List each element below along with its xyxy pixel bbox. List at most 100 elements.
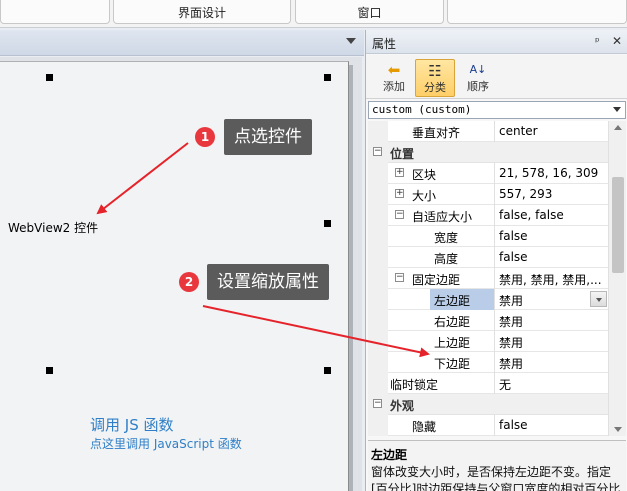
ribbon-button-window-label: 窗口 — [357, 6, 382, 20]
column-separator — [494, 226, 495, 247]
property-value[interactable]: center — [499, 124, 538, 138]
property-row[interactable]: 下边距 禁用 — [368, 352, 608, 373]
scroll-thumb[interactable] — [612, 177, 624, 273]
ribbon-button-window[interactable]: 窗口 — [295, 0, 444, 24]
column-separator — [494, 310, 495, 331]
tool-add-label: 添加 — [383, 80, 405, 93]
object-selector[interactable]: custom (custom) — [368, 101, 626, 119]
column-separator — [494, 268, 495, 289]
js-call-title[interactable]: 调用 JS 函数 — [90, 414, 173, 435]
property-value[interactable]: false — [499, 229, 528, 243]
property-value[interactable]: 禁用 — [499, 313, 523, 330]
row-gutter — [368, 268, 388, 289]
ribbon-button-ui-design[interactable]: ( ) 界面设计 — [113, 0, 291, 24]
expand-icon[interactable]: + — [395, 168, 404, 177]
property-name: 下边距 — [434, 357, 471, 371]
property-value[interactable]: 禁用 — [499, 292, 523, 309]
categorized-icon: ☷ — [428, 62, 442, 80]
resize-handle[interactable] — [46, 367, 53, 374]
close-icon[interactable]: ✕ — [612, 34, 622, 48]
chevron-down-icon[interactable] — [346, 38, 356, 44]
collapse-icon[interactable]: − — [395, 210, 404, 219]
arrow-left-icon: ⬅ — [387, 61, 401, 79]
property-row[interactable]: 宽度 false — [368, 226, 608, 247]
chevron-down-icon[interactable] — [613, 107, 621, 112]
property-value[interactable]: false — [499, 250, 528, 264]
property-category[interactable]: − 外观 — [368, 394, 608, 415]
property-row[interactable]: 隐藏 false — [368, 415, 608, 436]
tool-sort-label: 顺序 — [467, 80, 489, 93]
property-name: 右边距 — [434, 315, 471, 329]
resize-handle[interactable] — [324, 220, 331, 227]
ribbon-button-4[interactable] — [447, 0, 627, 24]
property-name: 宽度 — [434, 231, 459, 245]
callout-select-control: 点选控件 — [224, 119, 312, 155]
properties-panel: 属性 ᵖ ✕ ⬅ 添加 ☷ 分类 A↓ 顺序 custom (custom) 垂… — [365, 30, 627, 491]
property-row[interactable]: − 固定边距 禁用, 禁用, 禁用,... — [368, 268, 608, 289]
property-value[interactable]: 无 — [499, 376, 511, 393]
tool-add-button[interactable]: ⬅ 添加 — [374, 59, 414, 97]
scroll-up-icon[interactable] — [614, 125, 622, 130]
collapse-icon[interactable]: − — [373, 147, 382, 156]
property-row[interactable]: 临时锁定 无 — [368, 373, 608, 394]
column-separator — [494, 205, 495, 226]
column-separator — [494, 415, 495, 436]
resize-handle[interactable] — [324, 74, 331, 81]
properties-title-bar: 属性 ᵖ ✕ — [366, 30, 627, 54]
property-value[interactable]: 禁用, 禁用, 禁用,... — [499, 271, 602, 288]
row-gutter — [368, 226, 388, 247]
row-gutter — [368, 247, 388, 268]
properties-title: 属性 — [372, 37, 397, 51]
object-selector-value: custom (custom) — [372, 103, 472, 116]
designer-tab-strip — [0, 30, 364, 56]
property-row[interactable]: 右边距 禁用 — [368, 310, 608, 331]
ribbon-button-1[interactable] — [0, 0, 110, 24]
property-value[interactable]: 557, 293 — [499, 187, 552, 201]
collapse-icon[interactable]: − — [373, 399, 382, 408]
property-name: 垂直对齐 — [412, 126, 461, 140]
property-category[interactable]: − 位置 — [368, 142, 608, 163]
js-call-link[interactable]: 点这里调用 JavaScript 函数 — [90, 435, 242, 452]
row-gutter — [368, 373, 388, 394]
property-row[interactable]: + 大小 557, 293 — [368, 184, 608, 205]
property-value[interactable]: 21, 578, 16, 309 — [499, 166, 598, 180]
property-row[interactable]: 垂直对齐 center — [368, 121, 608, 142]
row-gutter — [368, 163, 388, 184]
row-gutter — [368, 415, 388, 436]
column-separator — [494, 289, 495, 310]
description-title: 左边距 — [371, 448, 408, 462]
tool-categorized-button[interactable]: ☷ 分类 — [415, 59, 455, 97]
property-value[interactable]: false — [499, 418, 528, 432]
resize-handle[interactable] — [46, 74, 53, 81]
property-grid-scrollbar[interactable] — [608, 121, 626, 436]
collapse-icon[interactable]: − — [395, 273, 404, 282]
webview2-control-label[interactable]: WebView2 控件 — [8, 219, 98, 236]
form-border — [349, 65, 353, 491]
property-row[interactable]: 高度 false — [368, 247, 608, 268]
property-row[interactable]: + 区块 21, 578, 16, 309 — [368, 163, 608, 184]
row-gutter — [368, 184, 388, 205]
row-gutter — [368, 121, 388, 142]
property-row[interactable]: 上边距 禁用 — [368, 331, 608, 352]
column-separator — [494, 352, 495, 373]
column-separator — [494, 163, 495, 184]
row-gutter — [368, 205, 388, 226]
resize-handle[interactable] — [324, 367, 331, 374]
property-value[interactable]: false, false — [499, 208, 564, 222]
value-dropdown-button[interactable] — [590, 291, 607, 307]
property-name: 高度 — [434, 252, 459, 266]
expand-icon[interactable]: + — [395, 189, 404, 198]
callout-select-control-text: 点选控件 — [234, 127, 302, 147]
tool-sort-button[interactable]: A↓ 顺序 — [458, 59, 498, 97]
property-name: 大小 — [412, 189, 437, 203]
column-separator — [494, 331, 495, 352]
property-row[interactable]: 左边距 禁用 — [368, 289, 608, 310]
property-name: 外观 — [390, 399, 415, 413]
scroll-down-icon[interactable] — [614, 427, 622, 432]
property-value[interactable]: 禁用 — [499, 334, 523, 351]
ribbon-button-ui-design-label: 界面设计 — [177, 6, 226, 20]
property-value[interactable]: 禁用 — [499, 355, 523, 372]
property-row[interactable]: − 自适应大小 false, false — [368, 205, 608, 226]
column-separator — [494, 373, 495, 394]
pin-icon[interactable]: ᵖ — [595, 35, 600, 48]
